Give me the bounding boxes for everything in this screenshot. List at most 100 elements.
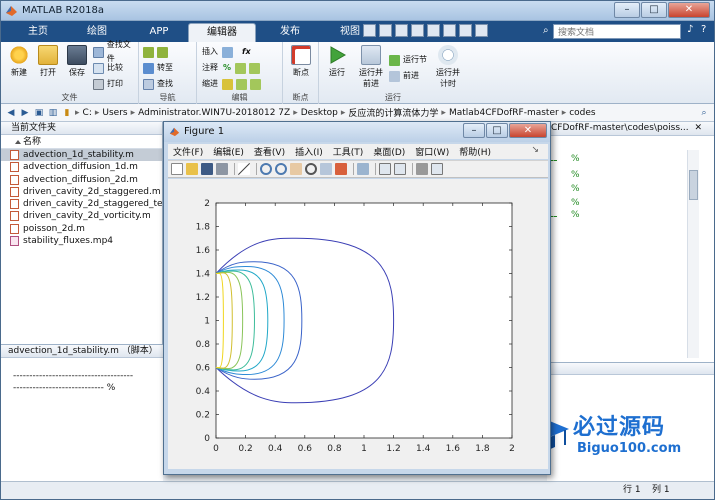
print-icon	[93, 78, 104, 90]
qa-switch-icon[interactable]	[459, 24, 472, 37]
advance-button[interactable]: 前进	[389, 69, 419, 83]
legend-icon[interactable]	[394, 163, 406, 175]
data-cursor-icon[interactable]	[320, 163, 332, 175]
folder-icon	[38, 45, 58, 65]
scroll-thumb[interactable]	[689, 170, 698, 200]
hide-plot-tools-icon[interactable]	[416, 163, 428, 175]
search-input[interactable]	[553, 24, 681, 39]
breakpoints-button[interactable]: 断点	[286, 45, 316, 78]
menu-help[interactable]: 帮助(H)	[459, 145, 491, 158]
back-arrow-icon[interactable]: ◀	[5, 108, 17, 118]
crumb-cfd[interactable]: 反应流的计算流体力学	[348, 106, 438, 119]
print-button[interactable]: 打印	[93, 77, 123, 91]
up-folder-icon[interactable]: ▣	[33, 108, 45, 118]
menu-file[interactable]: 文件(F)	[173, 145, 203, 158]
figure-maximize-button[interactable]: □	[486, 123, 508, 138]
crumb-users[interactable]: Users	[102, 108, 127, 118]
comment-wrap-icon	[235, 62, 247, 74]
run-time-button[interactable]: 运行并 计时	[431, 45, 465, 89]
open-button[interactable]: 打开	[33, 45, 63, 78]
qa-undo-icon[interactable]	[427, 24, 440, 37]
maximize-button[interactable]: □	[641, 2, 667, 18]
colorbar-icon[interactable]	[379, 163, 391, 175]
indent-button[interactable]: 缩进	[202, 77, 264, 91]
menu-edit[interactable]: 编辑(E)	[213, 145, 244, 158]
crumb-repo[interactable]: Matlab4CFDofRF-master	[449, 108, 559, 118]
close-button[interactable]: ✕	[668, 2, 710, 18]
qa-redo-icon[interactable]	[443, 24, 456, 37]
tab-editor[interactable]: 编辑器	[188, 23, 256, 42]
insert-button[interactable]: 插入 fx	[202, 45, 251, 59]
ribbon-section-nav: 转至 查找 导航	[139, 42, 197, 104]
run-advance-button[interactable]: 运行并 前进	[353, 45, 389, 89]
qa-copy-icon[interactable]	[395, 24, 408, 37]
pointer-icon[interactable]	[238, 163, 250, 175]
crumb-desktop[interactable]: Desktop	[301, 108, 338, 118]
file-name: stability_fluxes.mp4	[23, 236, 114, 247]
find-button[interactable]: 查找	[143, 77, 173, 91]
column-header-name[interactable]: 名称	[1, 135, 162, 149]
preview-line: -------------------------------------	[13, 371, 134, 381]
insert-icon	[222, 46, 233, 58]
browse-folder-icon[interactable]: ▥	[47, 108, 59, 118]
bell-icon[interactable]: ♪	[687, 24, 699, 37]
qa-paste-icon[interactable]	[411, 24, 424, 37]
qa-cut-icon[interactable]	[379, 24, 392, 37]
address-search-icon[interactable]: ⌕	[698, 108, 710, 118]
help-icon[interactable]: ?	[701, 24, 706, 35]
file-item[interactable]: driven_cavity_2d_staggered.m	[1, 186, 162, 198]
zoom-out-icon[interactable]	[275, 163, 287, 175]
menu-desktop[interactable]: 桌面(D)	[373, 145, 405, 158]
find-files-button[interactable]: 查找文件	[93, 40, 138, 63]
qa-help-icon[interactable]	[475, 24, 488, 37]
menu-view[interactable]: 查看(V)	[254, 145, 285, 158]
file-item[interactable]: driven_cavity_2d_staggered_temp	[1, 198, 162, 210]
print-figure-icon[interactable]	[216, 163, 228, 175]
compare-button[interactable]: 比较	[93, 61, 123, 75]
menu-dock-icon[interactable]: ↘	[531, 145, 539, 155]
pan-icon[interactable]	[290, 163, 302, 175]
file-item[interactable]: poisson_2d.m	[1, 223, 162, 235]
crumb-drive[interactable]: C:	[83, 108, 92, 118]
crumb-user[interactable]: Administrator.WIN7U-2018012 7Z	[138, 108, 290, 118]
tab-home[interactable]: 主页	[4, 23, 72, 42]
crumb-codes[interactable]: codes	[569, 108, 595, 118]
goto-button[interactable]: 转至	[143, 61, 173, 75]
editor-close-icon[interactable]: ✕	[694, 122, 702, 135]
forward-arrow-icon[interactable]: ▶	[19, 108, 31, 118]
editor-scrollbar[interactable]	[687, 150, 699, 358]
x-tick-label: 1.8	[475, 444, 490, 454]
show-plot-tools-icon[interactable]	[431, 163, 443, 175]
save-button[interactable]: 保存	[62, 45, 92, 78]
brush-icon[interactable]	[335, 163, 347, 175]
file-item[interactable]: stability_fluxes.mp4	[1, 235, 162, 247]
figure-close-button[interactable]: ✕	[509, 123, 547, 138]
run-section-button[interactable]: 运行节	[389, 53, 427, 67]
comment-button[interactable]: 注释 %	[202, 61, 263, 75]
file-item[interactable]: driven_cavity_2d_vorticity.m	[1, 210, 162, 222]
file-item[interactable]: advection_diffusion_2d.m	[1, 174, 162, 186]
zoom-in-icon[interactable]	[260, 163, 272, 175]
details-header[interactable]: advection_1d_stability.m （脚本）	[1, 344, 163, 358]
menu-window[interactable]: 窗口(W)	[415, 145, 449, 158]
figure-minimize-button[interactable]: –	[463, 123, 485, 138]
goto-label: 转至	[157, 63, 173, 72]
new-button[interactable]: 新建	[4, 45, 34, 78]
qa-save-icon[interactable]	[363, 24, 376, 37]
minimize-button[interactable]: –	[614, 2, 640, 18]
menu-insert[interactable]: 插入(I)	[295, 145, 323, 158]
increase-indent-icon	[236, 78, 247, 90]
tab-publish[interactable]: 发布	[256, 23, 324, 42]
goto-icon	[143, 62, 154, 74]
rotate-icon[interactable]	[305, 163, 317, 175]
nav-arrows[interactable]	[143, 45, 171, 59]
code-comment-mark: %	[571, 154, 580, 164]
file-item[interactable]: advection_diffusion_1d.m	[1, 161, 162, 173]
file-item[interactable]: advection_1d_stability.m	[1, 149, 162, 162]
save-figure-icon[interactable]	[201, 163, 213, 175]
open-file-icon[interactable]	[186, 163, 198, 175]
menu-tools[interactable]: 工具(T)	[333, 145, 364, 158]
run-button[interactable]: 运行	[322, 45, 352, 78]
new-figure-icon[interactable]	[171, 163, 183, 175]
link-plot-icon[interactable]	[357, 163, 369, 175]
